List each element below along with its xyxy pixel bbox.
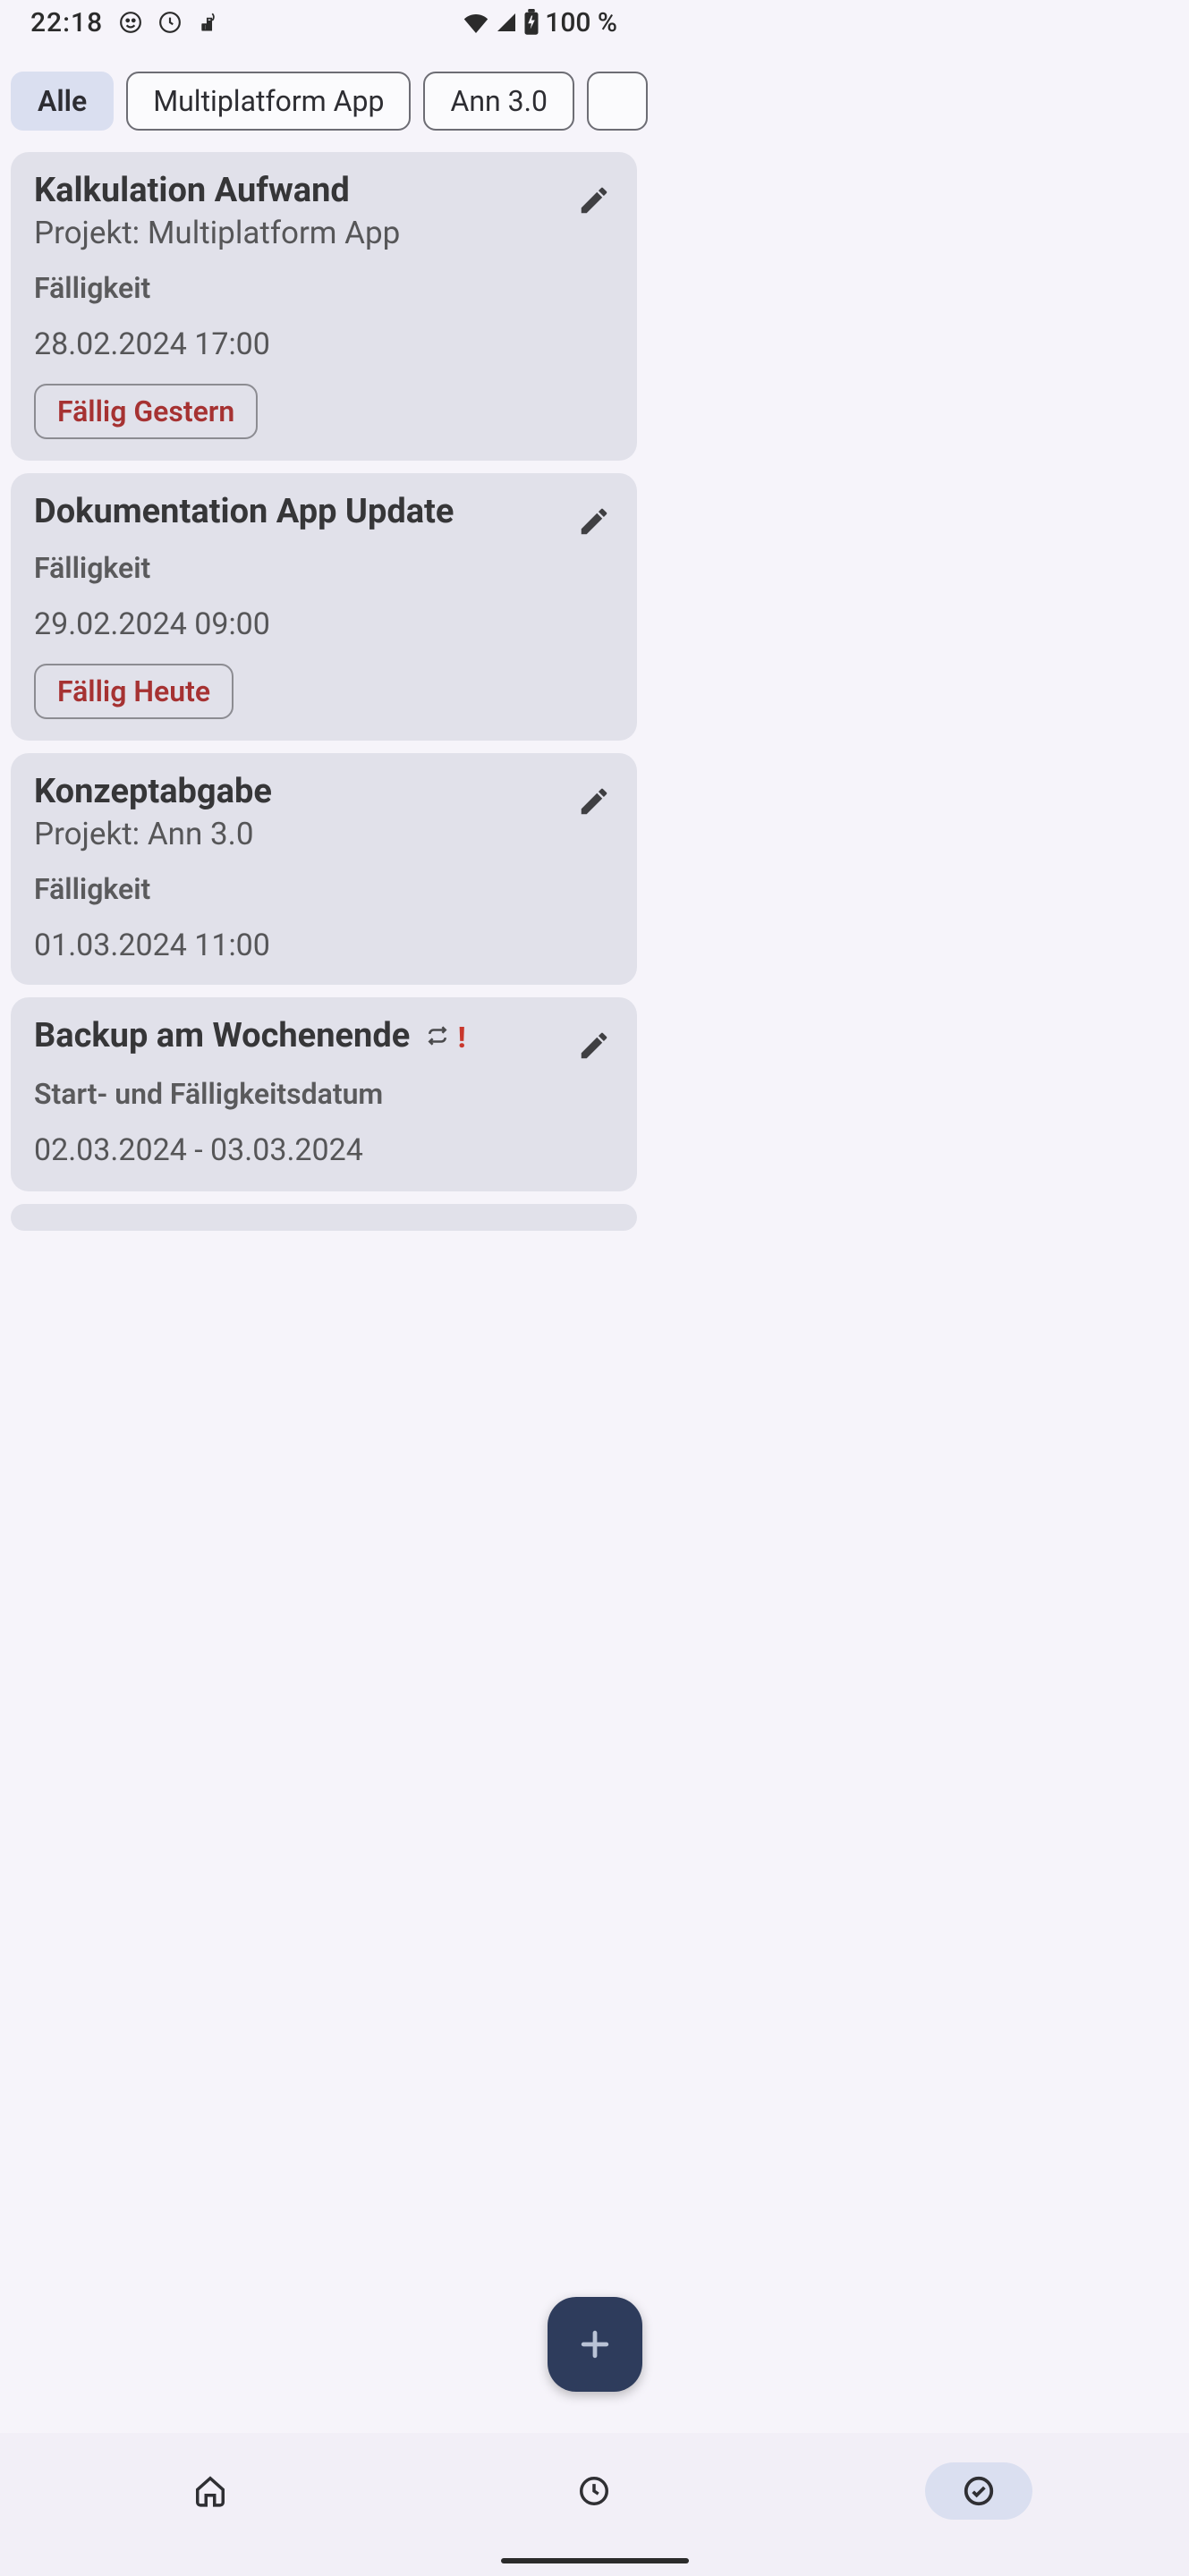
filter-chip-ann-3-0[interactable]: Ann 3.0 [423,72,574,131]
pencil-icon [577,784,611,818]
status-right: 100 % [463,7,617,38]
task-title: Konzeptabgabe [34,773,614,812]
pencil-icon [577,504,611,538]
home-icon [193,2474,227,2508]
chip-label: Ann 3.0 [450,84,548,118]
task-title: Backup am Wochenende ! [34,1017,614,1057]
signal-icon [495,12,518,33]
nav-tasks[interactable] [925,2462,1032,2520]
battery-icon [523,9,539,36]
task-project: Projekt: Ann 3.0 [34,816,614,852]
plus-icon [575,2325,615,2364]
task-due-date: 01.03.2024 11:00 [34,928,614,963]
task-title: Dokumentation App Update [34,493,614,532]
task-title: Kalkulation Aufwand [34,172,614,211]
task-due-label: Fälligkeit [34,271,614,305]
wifi-icon [463,12,489,33]
task-card[interactable]: Dokumentation App Update Fälligkeit 29.0… [11,473,637,741]
task-due-date: 28.02.2024 17:00 [34,326,614,362]
task-card[interactable]: Backup am Wochenende ! Start- und Fällig… [11,997,637,1191]
task-list[interactable]: Kalkulation Aufwand Projekt: Multiplatfo… [0,143,648,1231]
filter-chip-overflow[interactable] [587,72,648,131]
task-due-date: 02.03.2024 - 03.03.2024 [34,1132,614,1168]
task-due-date: 29.02.2024 09:00 [34,606,614,642]
status-time: 22:18 [30,7,103,38]
task-title-text: Backup am Wochenende [34,1016,410,1055]
chip-label: Multiplatform App [153,84,384,118]
pencil-icon [577,183,611,217]
task-due-label: Fälligkeit [34,872,614,906]
filter-row[interactable]: Alle Multiplatform App Ann 3.0 [0,45,648,143]
bottom-nav [0,2433,1189,2576]
edit-button[interactable] [573,500,616,543]
edit-button[interactable] [573,780,616,823]
clock-icon [577,2474,611,2508]
chip-label: Alle [38,84,87,118]
edit-button[interactable] [573,179,616,222]
status-badge: Fällig Heute [34,664,234,719]
clock-icon [158,11,182,34]
battery-text: 100 % [545,7,617,38]
edit-button[interactable] [573,1024,616,1067]
task-card[interactable]: Kalkulation Aufwand Projekt: Multiplatfo… [11,152,637,461]
gesture-bar [501,2558,689,2563]
filter-chip-multiplatform-app[interactable]: Multiplatform App [126,72,411,131]
data-icon [198,11,221,34]
task-project: Projekt: Multiplatform App [34,215,614,251]
status-left: 22:18 [30,7,221,38]
filter-chip-all[interactable]: Alle [11,72,114,131]
status-bar: 22:18 [0,0,648,45]
face-icon [119,11,142,34]
pencil-icon [577,1029,611,1063]
task-card[interactable] [11,1204,637,1231]
nav-clock[interactable] [540,2462,648,2520]
nav-home[interactable] [157,2462,264,2520]
task-due-label: Fälligkeit [34,551,614,585]
priority-icon: ! [458,1021,466,1055]
task-due-label: Start- und Fälligkeitsdatum [34,1077,614,1111]
task-card[interactable]: Konzeptabgabe Projekt: Ann 3.0 Fälligkei… [11,753,637,985]
repeat-icon [426,1018,449,1057]
add-task-fab[interactable] [548,2297,642,2392]
status-badge: Fällig Gestern [34,384,258,439]
check-circle-icon [962,2474,996,2508]
